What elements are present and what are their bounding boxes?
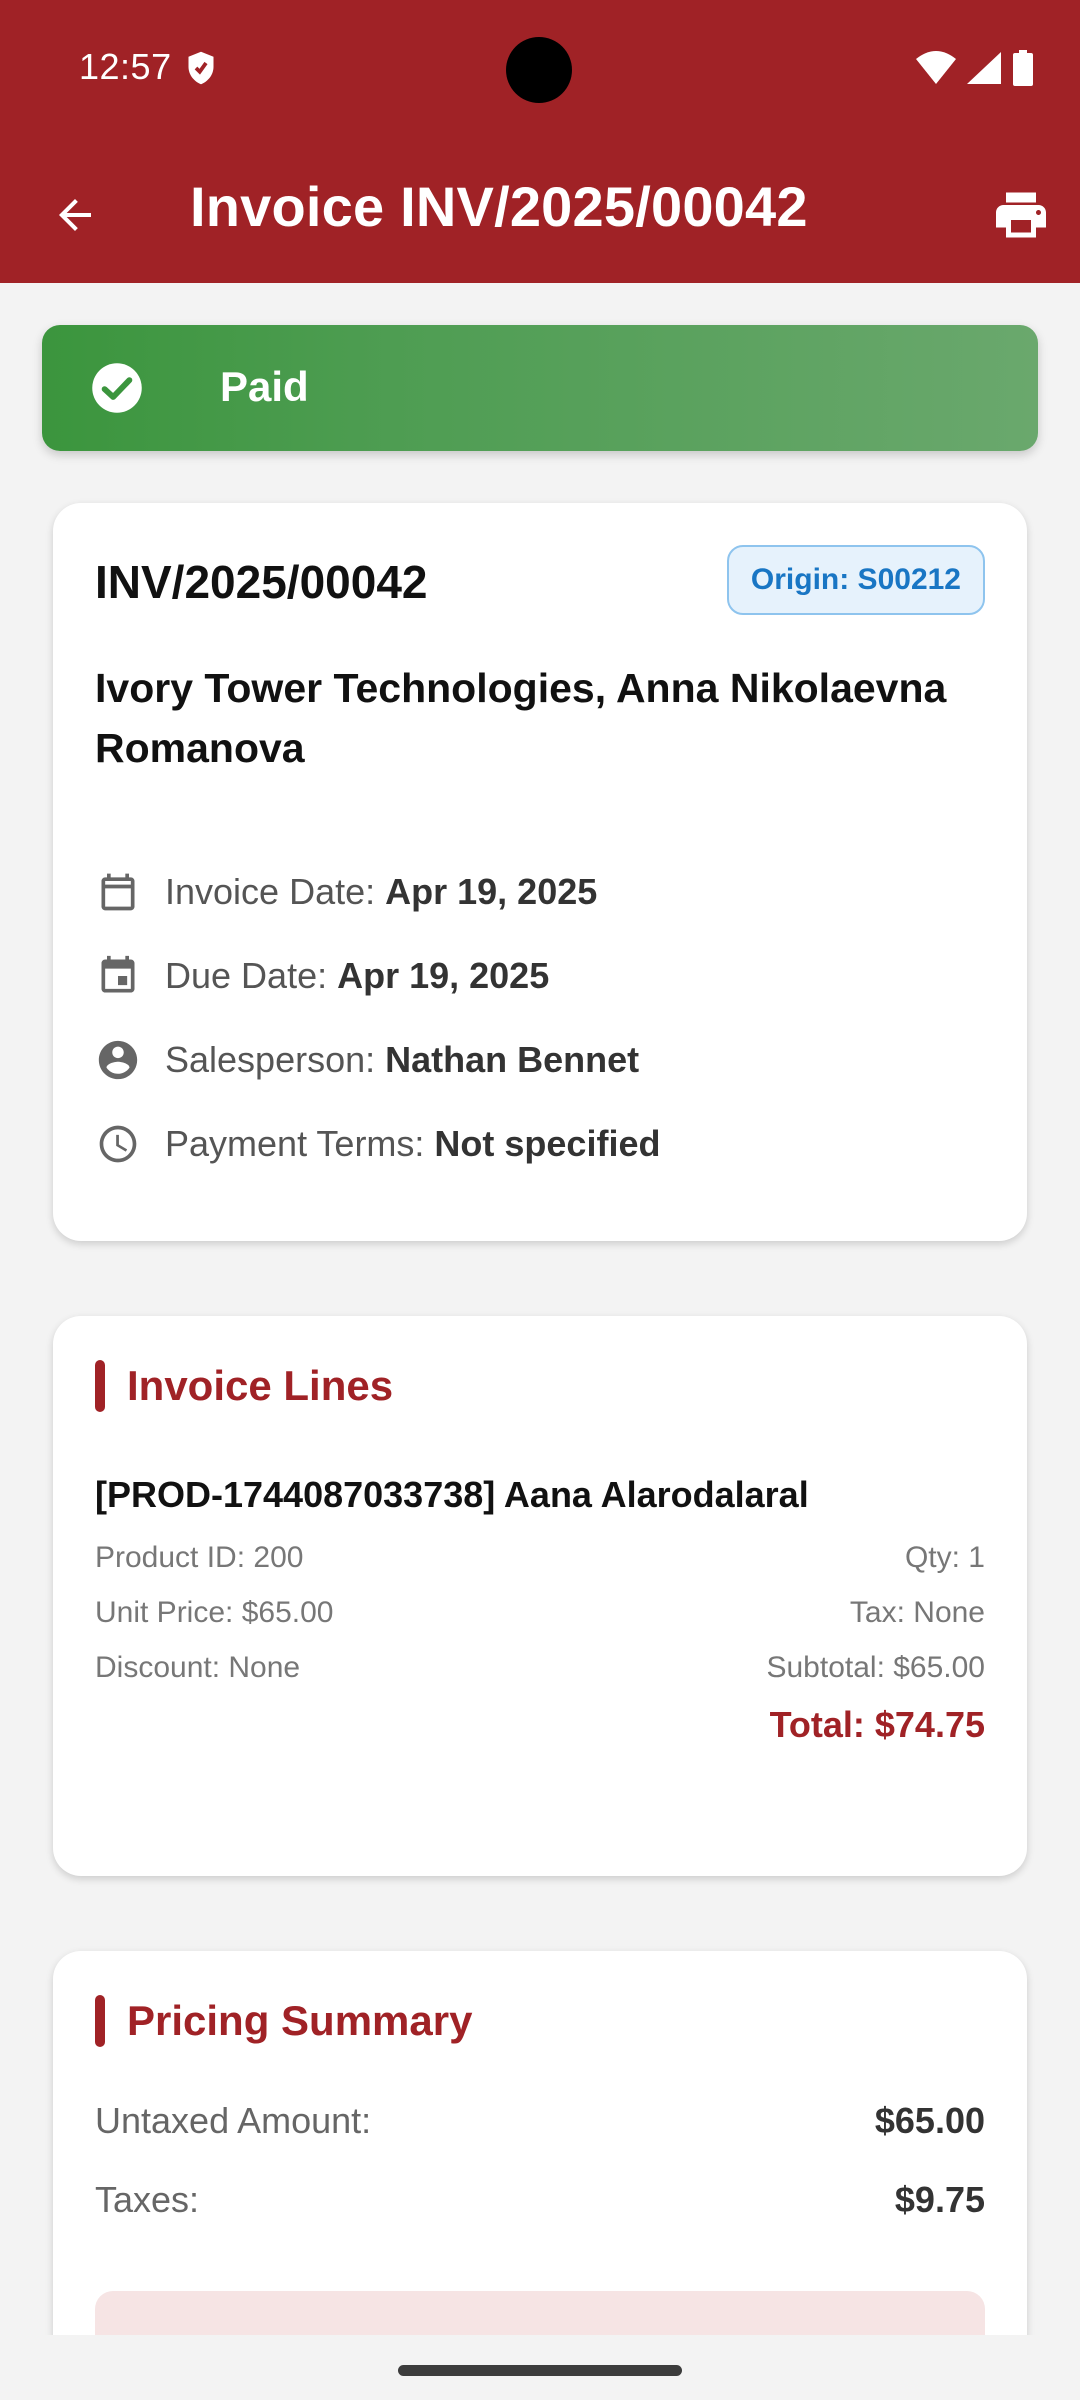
pricing-summary-card: Pricing Summary Untaxed Amount: $65.00 T… [53,1951,1027,2400]
print-icon [996,192,1046,238]
taxes-value: $9.75 [894,2179,985,2220]
back-button[interactable] [40,180,110,250]
partner-name: Ivory Tower Technologies, Anna Nikolaevn… [95,665,947,771]
salesperson-value: Nathan Bennet [385,1039,640,1080]
payment-terms-value: Not specified [434,1123,661,1164]
payment-status-banner: Paid [42,325,1038,451]
invoice-date-row: Invoice Date: Apr 19, 2025 [95,862,597,922]
app-bar: Invoice INV/2025/00042 [0,160,1080,260]
line-product-id: Product ID: 200 [95,1541,304,1574]
payment-terms-label: Payment Terms: [165,1123,425,1164]
payment-terms-row: Payment Terms: Not specified [95,1114,660,1174]
line-product-name: [PROD-1744087033738] Aana Alarodalaral [95,1474,809,1515]
account-circle-icon [95,1037,141,1083]
arrow-back-icon [59,199,91,231]
due-date-row: Due Date: Apr 19, 2025 [95,946,549,1006]
origin-badge: Origin: S00212 [726,545,985,615]
due-date-label: Due Date: [165,955,328,996]
untaxed-amount-row: Untaxed Amount: $65.00 [95,2096,985,2146]
check-circle-icon [92,363,142,413]
taxes-row: Taxes: $9.75 [95,2175,985,2225]
shield-icon [188,51,214,85]
salesperson-row: Salesperson: Nathan Bennet [95,1030,639,1090]
untaxed-amount-label: Untaxed Amount: [95,2100,372,2141]
line-tax: Tax: None [849,1596,985,1629]
pricing-summary-title: Pricing Summary [127,1997,473,2044]
camera-cutout [506,37,572,103]
calendar-icon [95,869,141,915]
home-indicator[interactable] [398,2365,682,2376]
status-time: 12:57 [79,46,172,87]
status-bar: 12:57 [0,0,1080,135]
invoice-lines-card: Invoice Lines [PROD-1744087033738] Aana … [53,1316,1027,1876]
pricing-summary-header: Pricing Summary [95,1995,472,2047]
section-accent-bar [95,1360,105,1412]
invoice-date-value: Apr 19, 2025 [385,871,598,912]
invoice-number: INV/2025/00042 [95,556,428,608]
invoice-details-card: INV/2025/00042 Origin: S00212 Ivory Towe… [53,503,1027,1241]
line-total: Total: $74.75 [769,1704,985,1745]
invoice-date-label: Invoice Date: [165,871,376,912]
due-date-value: Apr 19, 2025 [337,955,550,996]
wifi-icon [916,51,956,84]
invoice-lines-title: Invoice Lines [127,1362,394,1409]
line-qty: Qty: 1 [904,1541,985,1574]
status-icons [916,48,1034,88]
clock-icon [95,1121,141,1167]
salesperson-label: Salesperson: [165,1039,376,1080]
line-unit-price: Unit Price: $65.00 [95,1596,334,1629]
print-button[interactable] [986,180,1056,250]
payment-status-label: Paid [220,363,309,410]
battery-icon [1013,50,1033,86]
untaxed-amount-value: $65.00 [874,2100,985,2141]
event-icon [95,953,141,999]
app-header: 12:57 Invoice INV/2025/00042 [0,0,1080,283]
signal-icon [967,52,1001,84]
line-discount: Discount: None [95,1651,301,1684]
section-accent-bar [95,1995,105,2047]
line-subtotal: Subtotal: $65.00 [766,1651,985,1684]
page-title: Invoice INV/2025/00042 [190,175,808,238]
invoice-lines-header: Invoice Lines [95,1360,393,1412]
taxes-label: Taxes: [95,2179,200,2220]
